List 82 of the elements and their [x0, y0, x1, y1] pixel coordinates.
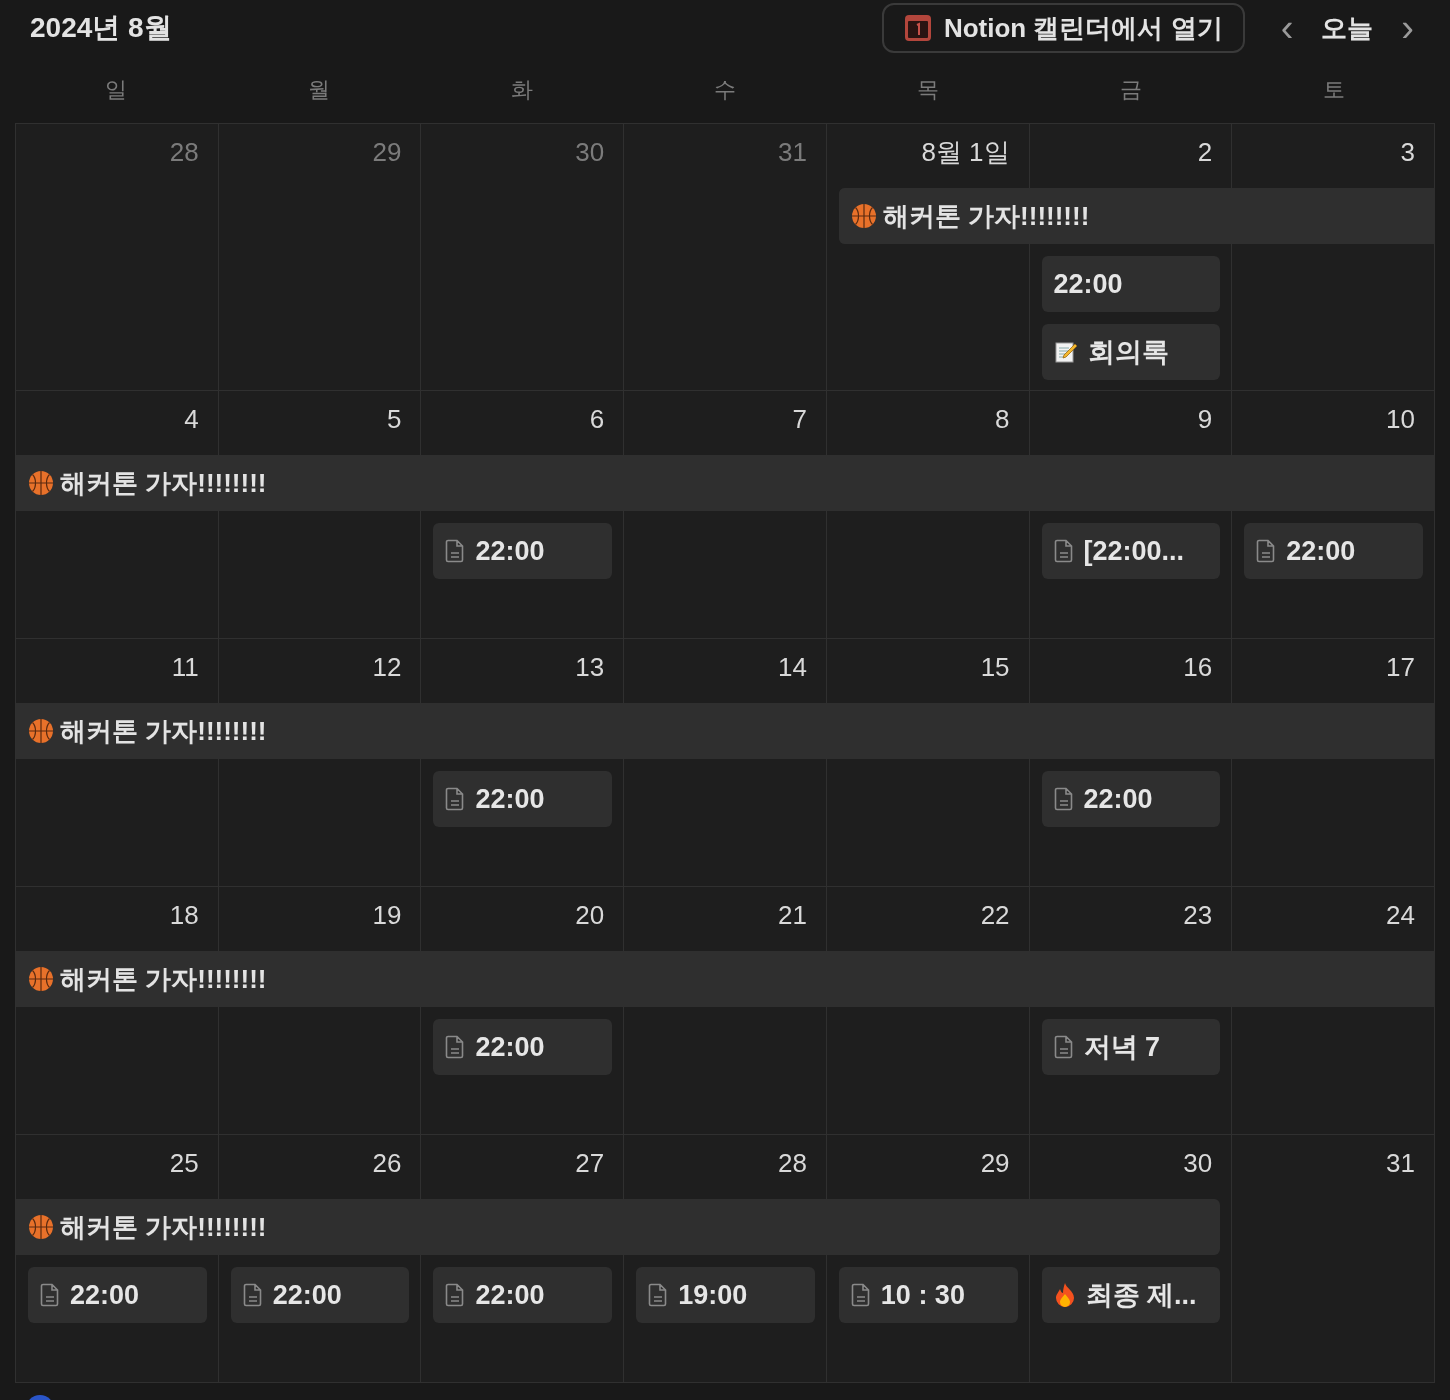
document-icon	[40, 1283, 60, 1307]
date-label: 20	[575, 899, 605, 931]
document-icon	[1053, 1035, 1074, 1059]
event-chip[interactable]: 22:00	[433, 1267, 613, 1323]
weekday-label: 토	[1321, 76, 1346, 104]
memo-pencil-icon	[1053, 340, 1078, 364]
date-label: 30	[1183, 1147, 1213, 1179]
document-icon	[1053, 539, 1074, 563]
event-chip[interactable]: 저녁 7	[1041, 1019, 1221, 1075]
date-label: 31	[777, 136, 807, 168]
date-label: 8월 1일	[921, 136, 1010, 168]
basketball-icon	[28, 1214, 54, 1240]
event-chip[interactable]: 최종 제...	[1041, 1267, 1221, 1323]
document-icon	[1053, 787, 1074, 811]
previous-button[interactable]: ‹	[1276, 9, 1298, 47]
date-label: 15	[980, 651, 1010, 683]
fire-icon	[1053, 1282, 1076, 1308]
date-label: 30	[575, 136, 605, 168]
basketball-icon	[28, 966, 54, 992]
date-label: 21	[777, 899, 807, 931]
date-label: 29	[980, 1147, 1010, 1179]
document-icon	[1256, 539, 1277, 563]
document-icon	[242, 1283, 263, 1307]
document-icon	[445, 1035, 466, 1059]
event-chip[interactable]: 19:00	[636, 1267, 815, 1323]
event-chip[interactable]: 22:00	[433, 771, 613, 827]
document-icon	[445, 539, 466, 563]
event-chip[interactable]: [22:00...	[1041, 523, 1221, 579]
date-label: 28	[169, 136, 199, 168]
date-label: 6	[589, 403, 605, 435]
event-chip[interactable]: 22:00	[1041, 256, 1221, 312]
date-label: 12	[372, 651, 402, 683]
date-label: 27	[575, 1147, 605, 1179]
event-chip[interactable]: 22:00	[1244, 523, 1423, 579]
date-label: 10	[1386, 403, 1415, 435]
date-label: 23	[1183, 899, 1213, 931]
date-label: 13	[575, 651, 605, 683]
basketball-icon	[28, 470, 54, 496]
event-chip[interactable]: 10 : 30	[838, 1267, 1018, 1323]
date-label: 5	[386, 403, 402, 435]
basketball-icon	[850, 203, 877, 229]
next-button[interactable]: ›	[1397, 9, 1418, 47]
date-label: 26	[372, 1147, 402, 1179]
date-label: 18	[169, 899, 199, 931]
document-icon	[648, 1283, 669, 1307]
date-label: 4	[184, 403, 199, 435]
event-chip[interactable]: 22:00	[433, 523, 613, 579]
month-title: 2024년 8월	[30, 11, 173, 45]
date-label: 3	[1400, 136, 1415, 168]
weekday-label: 일	[104, 76, 129, 104]
date-label: 24	[1386, 899, 1415, 931]
event-chip[interactable]: 22:00	[28, 1267, 207, 1323]
date-label: 29	[372, 136, 402, 168]
weekday-label: 수	[713, 76, 737, 104]
date-label: 31	[1386, 1147, 1415, 1179]
weekday-label: 화	[510, 76, 535, 104]
date-label: 28	[777, 1147, 807, 1179]
document-icon	[445, 1283, 466, 1307]
weekday-label: 목	[915, 76, 940, 104]
event-chip[interactable]: 22:00	[230, 1267, 410, 1323]
date-label: 2	[1197, 136, 1213, 168]
date-label: 19	[372, 899, 402, 931]
event-chip[interactable]: 22:00	[433, 1019, 613, 1075]
date-label: 8	[995, 403, 1010, 435]
date-label: 9	[1197, 403, 1213, 435]
basketball-icon	[28, 718, 54, 744]
date-label: 22	[980, 899, 1010, 931]
today-button[interactable]: 오늘	[1321, 8, 1374, 48]
date-label: 17	[1386, 651, 1415, 683]
date-label: 7	[792, 403, 807, 435]
calendar-icon	[903, 14, 932, 42]
document-icon	[850, 1283, 871, 1307]
document-icon	[445, 787, 466, 811]
open-calendar-button[interactable]: Notion 캘린더에서 열기	[881, 3, 1245, 53]
date-label: 25	[169, 1147, 199, 1179]
weekday-label: 월	[307, 76, 332, 104]
date-label: 16	[1183, 651, 1213, 683]
date-label: 14	[777, 651, 807, 683]
date-label: 11	[171, 651, 199, 683]
event-chip[interactable]: 회의록	[1041, 324, 1221, 380]
weekday-label: 금	[1118, 76, 1143, 104]
event-chip[interactable]: 22:00	[1041, 771, 1221, 827]
